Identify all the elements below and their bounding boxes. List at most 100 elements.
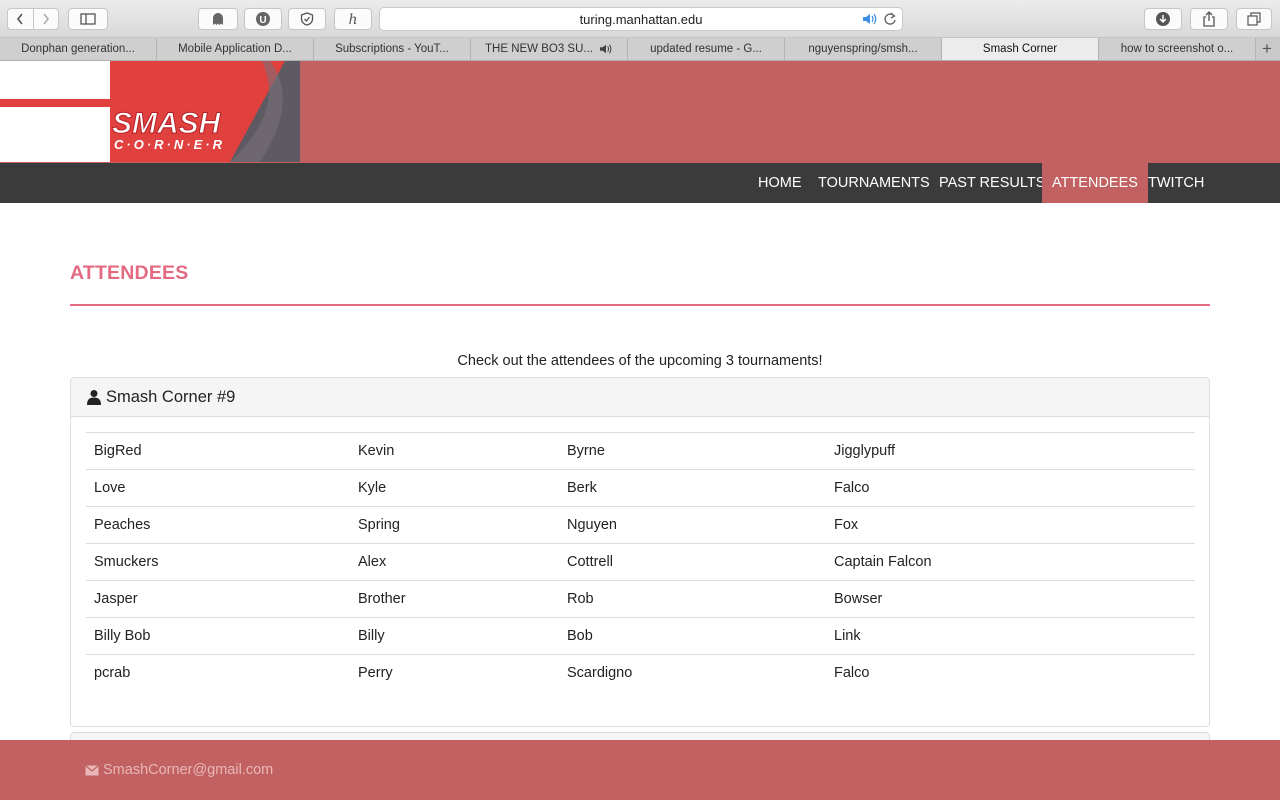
nav-twitch[interactable]: TWITCH <box>1138 163 1214 203</box>
table-row: pcrab Perry Scardigno Falco <box>86 654 1195 692</box>
panel-heading[interactable]: Smash Corner #9 <box>71 378 1209 417</box>
audio-playing-icon[interactable] <box>599 43 613 55</box>
chevron-left-icon <box>17 13 23 25</box>
table-row: Smuckers Alex Cottrell Captain Falcon <box>86 543 1195 581</box>
page-title: ATTENDEES <box>70 262 189 284</box>
new-tab-button[interactable]: + <box>1256 38 1278 60</box>
share-button[interactable] <box>1190 8 1228 30</box>
svg-text:SMASH: SMASH <box>112 107 222 140</box>
table-cell: Billy <box>350 617 559 655</box>
table-cell: Captain Falcon <box>826 543 1195 581</box>
tab-title: updated resume - G... <box>650 43 762 55</box>
table-cell: Spring <box>350 506 559 544</box>
attendees-table: BigRed Kevin Byrne Jigglypuff Love Kyle … <box>86 432 1195 692</box>
browser-tab[interactable]: updated resume - G... <box>628 38 785 60</box>
shield-icon <box>300 12 314 26</box>
browser-tab[interactable]: nguyenspring/smsh... <box>785 38 942 60</box>
table-cell: Smuckers <box>86 543 350 581</box>
site-logo[interactable]: SMASH C·O·R·N·E·R <box>0 61 300 162</box>
tab-title: Donphan generation... <box>21 43 135 55</box>
table-row: BigRed Kevin Byrne Jigglypuff <box>86 432 1195 470</box>
table-cell: Bowser <box>826 580 1195 618</box>
table-row: Peaches Spring Nguyen Fox <box>86 506 1195 544</box>
tab-title: THE NEW BO3 SU... <box>485 43 593 55</box>
table-cell: Peaches <box>86 506 350 544</box>
tabs-icon <box>1247 12 1261 26</box>
table-cell: Fox <box>826 506 1195 544</box>
table-cell: Link <box>826 617 1195 655</box>
nav-tournaments[interactable]: TOURNAMENTS <box>808 163 940 203</box>
nav-home[interactable]: HOME <box>748 163 812 203</box>
privacy-extension-button[interactable] <box>288 8 326 30</box>
forward-button[interactable] <box>32 9 59 29</box>
nav-label: ATTENDEES <box>1052 175 1138 191</box>
table-cell: Falco <box>826 654 1195 692</box>
tab-bar: Donphan generation... Mobile Application… <box>0 38 1280 61</box>
browser-tab[interactable]: how to screenshot o... <box>1099 38 1256 60</box>
tab-title: Subscriptions - YouT... <box>335 43 449 55</box>
tab-title: nguyenspring/smsh... <box>808 43 918 55</box>
sidebar-icon <box>80 13 96 25</box>
table-cell: BigRed <box>86 432 350 470</box>
svg-text:U: U <box>259 15 266 26</box>
browser-tab[interactable]: Mobile Application D... <box>157 38 314 60</box>
table-cell: Bob <box>559 617 826 655</box>
svg-text:C·O·R·N·E·R: C·O·R·N·E·R <box>114 137 225 152</box>
tab-title: how to screenshot o... <box>1120 43 1234 55</box>
table-cell: Kevin <box>350 432 559 470</box>
tab-overview-button[interactable] <box>1236 8 1272 30</box>
tab-title: Smash Corner <box>982 43 1058 55</box>
footer-email[interactable]: SmashCorner@gmail.com <box>85 762 273 778</box>
reload-icon[interactable] <box>883 11 897 27</box>
nav-label: PAST RESULTS <box>939 175 1046 191</box>
share-icon <box>1203 11 1215 27</box>
back-button[interactable] <box>8 9 33 29</box>
site-banner: SMASH C·O·R·N·E·R <box>0 61 1280 163</box>
table-row: Jasper Brother Rob Bowser <box>86 580 1195 618</box>
nav-label: TWITCH <box>1148 175 1205 191</box>
table-row: Love Kyle Berk Falco <box>86 469 1195 507</box>
tournament-panel: Smash Corner #9 BigRed Kevin Byrne Jiggl… <box>70 377 1210 727</box>
site-nav: HOME TOURNAMENTS PAST RESULTS ATTENDEES … <box>0 163 1280 203</box>
speaker-icon[interactable] <box>862 12 878 26</box>
ghostery-extension-button[interactable] <box>198 8 238 30</box>
table-cell: Jasper <box>86 580 350 618</box>
ublock-icon: U <box>256 12 270 26</box>
table-cell: Kyle <box>350 469 559 507</box>
email-text: SmashCorner@gmail.com <box>103 762 274 778</box>
browser-tab[interactable]: Donphan generation... <box>0 38 157 60</box>
table-cell: Perry <box>350 654 559 692</box>
browser-tab[interactable]: THE NEW BO3 SU... <box>471 38 628 60</box>
browser-tab-active[interactable]: Smash Corner <box>942 38 1099 60</box>
table-cell: Byrne <box>559 432 826 470</box>
title-divider <box>70 304 1210 306</box>
intro-text: Check out the attendees of the upcoming … <box>457 353 823 369</box>
address-bar[interactable]: turing.manhattan.edu <box>379 7 903 31</box>
nav-past-results[interactable]: PAST RESULTS <box>929 163 1055 203</box>
honey-extension-button[interactable]: h <box>334 8 372 30</box>
history-nav <box>7 8 59 30</box>
table-cell: Love <box>86 469 350 507</box>
ublock-extension-button[interactable]: U <box>244 8 282 30</box>
download-icon <box>1156 12 1170 26</box>
table-cell: Nguyen <box>559 506 826 544</box>
browser-toolbar: U h turing.manhattan.edu <box>0 0 1280 38</box>
tournament-name: Smash Corner #9 <box>106 387 236 406</box>
table-cell: Rob <box>559 580 826 618</box>
url-text: turing.manhattan.edu <box>579 11 703 27</box>
table-cell: Falco <box>826 469 1195 507</box>
envelope-icon <box>85 764 99 775</box>
table-cell: Cottrell <box>559 543 826 581</box>
nav-attendees[interactable]: ATTENDEES <box>1042 163 1148 203</box>
downloads-button[interactable] <box>1144 8 1182 30</box>
table-cell: pcrab <box>86 654 350 692</box>
table-cell: Jigglypuff <box>826 432 1195 470</box>
chevron-right-icon <box>43 13 49 25</box>
tab-title: Mobile Application D... <box>178 43 292 55</box>
sidebar-button[interactable] <box>68 8 108 30</box>
browser-tab[interactable]: Subscriptions - YouT... <box>314 38 471 60</box>
svg-text:h: h <box>348 12 357 26</box>
table-cell: Billy Bob <box>86 617 350 655</box>
user-icon <box>87 390 101 405</box>
nav-label: TOURNAMENTS <box>818 175 930 191</box>
